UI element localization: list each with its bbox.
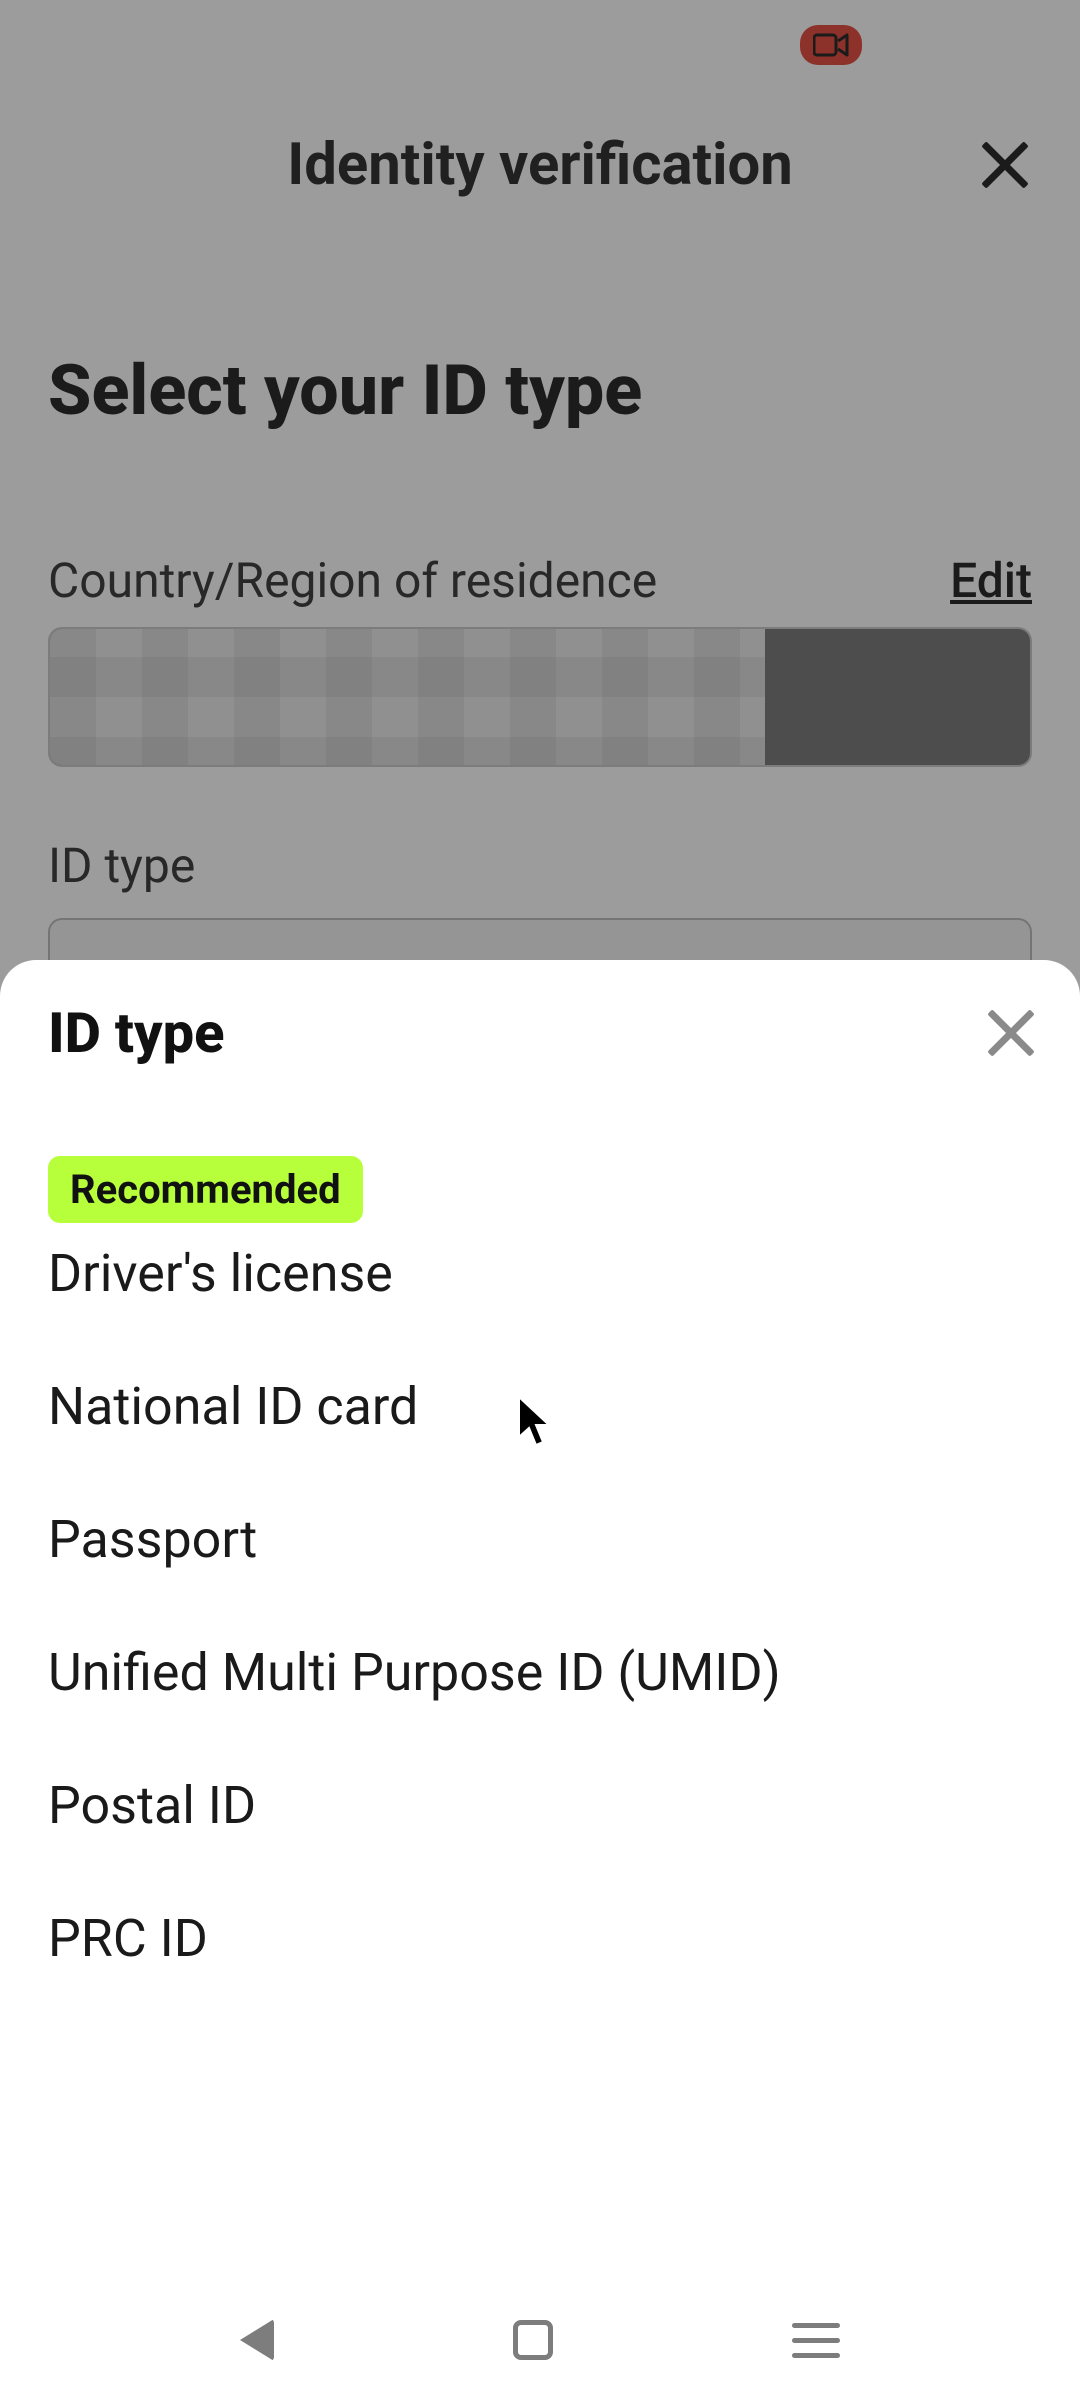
system-nav-bar bbox=[0, 2280, 1080, 2400]
idtype-option-drivers-license[interactable]: Driver's license bbox=[48, 1223, 1032, 1340]
idtype-option-national-id[interactable]: National ID card bbox=[48, 1340, 1032, 1473]
nav-home-button[interactable] bbox=[513, 2320, 553, 2360]
sheet-close-button[interactable] bbox=[990, 1012, 1032, 1054]
idtype-option-postal-id[interactable]: Postal ID bbox=[48, 1739, 1032, 1872]
sheet-title: ID type bbox=[48, 1000, 225, 1066]
close-icon bbox=[990, 1012, 1032, 1054]
nav-back-button[interactable] bbox=[240, 2319, 274, 2361]
idtype-sheet: ID type Recommended Driver's license Nat… bbox=[0, 960, 1080, 2400]
nav-recents-button[interactable] bbox=[792, 2323, 840, 2358]
recommended-badge: Recommended bbox=[48, 1156, 363, 1223]
idtype-option-passport[interactable]: Passport bbox=[48, 1473, 1032, 1606]
idtype-option-umid[interactable]: Unified Multi Purpose ID (UMID) bbox=[48, 1606, 1032, 1739]
idtype-option-prc-id[interactable]: PRC ID bbox=[48, 1872, 1032, 2005]
idtype-options: Driver's license National ID card Passpo… bbox=[48, 1223, 1032, 2005]
